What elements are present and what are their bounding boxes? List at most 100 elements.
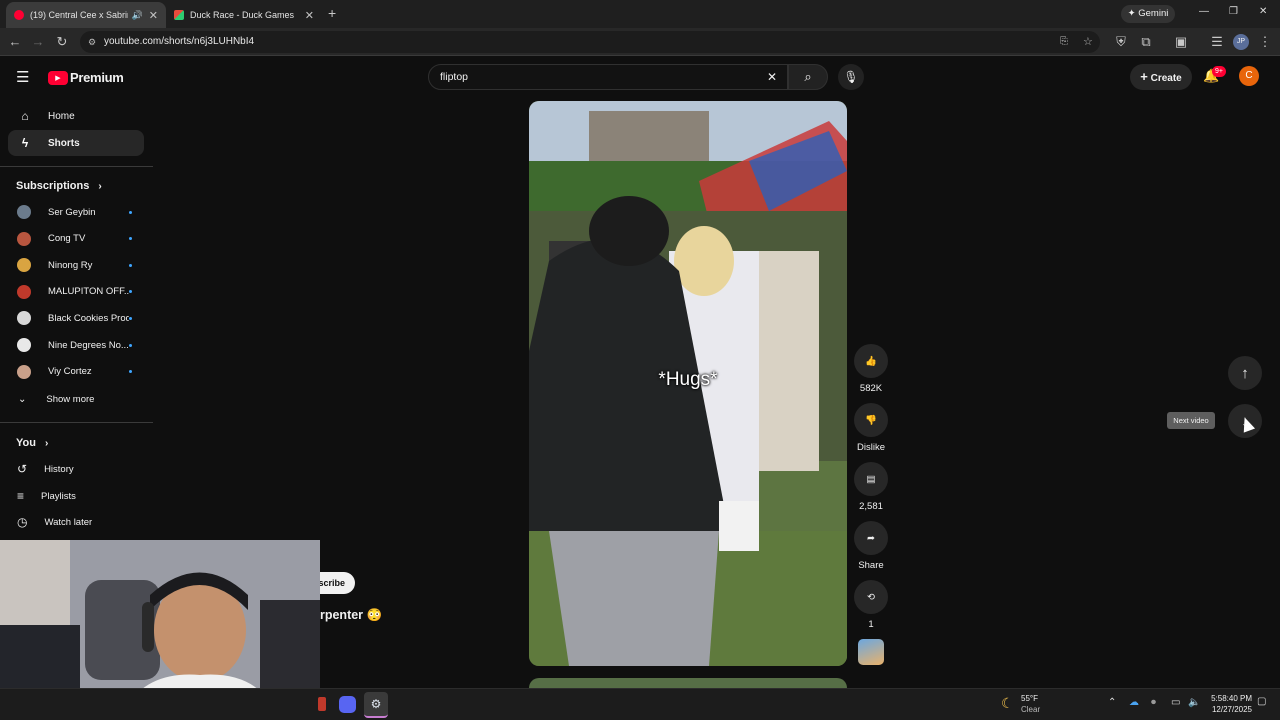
back-icon[interactable]: ← [6,33,24,51]
subscribe-label: scribe [318,578,345,588]
sidepanel-icon[interactable]: ▣ [1172,33,1190,51]
address-toolbar: ← → ↻ ⚙ youtube.com/shorts/n6j3LUHNbI4 ⎘… [0,28,1280,56]
search-input[interactable]: fliptop ✕ [428,64,788,90]
dislike-action[interactable]: 👎 Dislike [853,403,889,453]
sidebar-subscription-item[interactable]: Cong TV [8,227,144,251]
search-icon: ⌕ [804,69,812,84]
sidebar-item-watch-later[interactable]: ◷ Watch later [8,510,144,534]
create-button[interactable]: + Create [1130,64,1192,90]
record-indicator-icon[interactable] [318,697,326,711]
close-icon[interactable]: ✕ [149,9,158,22]
channel-avatar [17,231,31,246]
account-avatar[interactable]: C [1239,66,1259,86]
comment-icon[interactable]: ▤ [854,462,888,496]
sidebar-subscription-item[interactable]: Ninong Ry [8,253,144,277]
close-window-icon[interactable]: ✕ [1259,6,1267,17]
comments-action[interactable]: ▤ 2,581 [853,462,889,512]
install-icon[interactable]: ⎘ [1060,31,1068,53]
new-content-dot [129,210,132,214]
sidebar-subscription-item[interactable]: Viy Cortez [8,360,144,384]
sidebar-item-playlists[interactable]: ≡ Playlists [8,484,144,508]
shorts-video-player[interactable]: *Hugs* [529,101,847,666]
mic-tray-icon[interactable]: ⏺ [1151,697,1156,708]
subscriptions-label: Subscriptions [16,180,90,192]
volume-icon[interactable]: 🔈 [1188,697,1200,708]
sidebar-subscription-item[interactable]: MALUPITON OFF... [8,280,144,304]
bookmark-star-icon[interactable]: ☆ [1083,31,1093,53]
sidebar-subscription-item[interactable]: Ser Geybin [8,200,144,224]
channel-avatar [17,364,31,379]
steam-icon[interactable]: ⚙ [364,692,388,718]
clock-date[interactable]: 12/27/2025 [1206,705,1252,714]
profile-avatar[interactable]: JP [1233,34,1249,50]
like-action[interactable]: 👍 582K [853,344,889,394]
sidebar-item-label: History [44,463,74,475]
minimize-icon[interactable]: — [1199,6,1209,17]
reload-icon[interactable]: ↻ [53,33,71,51]
home-icon: ⌂ [21,109,29,123]
clock-time[interactable]: 5:58:40 PM [1208,694,1252,703]
sidebar-item-shorts[interactable]: ϟ Shorts [8,130,144,156]
moon-weather-icon: ☾ [1001,695,1014,711]
extensions-icon[interactable]: ⧉ [1137,33,1155,51]
tab-youtube-short[interactable]: (19) Central Cee x Sabrina C 🔊 ✕ [6,2,166,28]
chevron-right-icon: › [45,438,49,449]
voice-search-button[interactable]: 🎙 [838,64,864,90]
url-field[interactable]: ⚙ youtube.com/shorts/n6j3LUHNbI4 ⎘ ☆ [80,31,1100,53]
share-icon[interactable]: ➦ [854,521,888,555]
audio-thumbnail[interactable] [858,639,884,665]
search-button[interactable]: ⌕ [788,64,828,90]
you-heading[interactable]: You › [16,437,48,449]
previous-short-button[interactable]: ↑ [1228,356,1262,390]
channel-name: Black Cookies Prod... [48,312,129,324]
youtube-favicon-icon [14,10,24,20]
youtube-logo[interactable]: ▶ Premium [48,70,124,85]
tab-title: Duck Race - Duck Games [190,10,295,20]
new-content-dot [129,370,132,374]
restore-icon[interactable]: ❐ [1229,6,1238,17]
channel-avatar [17,338,31,352]
channel-name: Cong TV [48,233,86,245]
forward-icon[interactable]: → [29,33,47,51]
duck-favicon-icon [174,10,184,20]
tray-chevron-up-icon[interactable]: ⌃ [1108,697,1116,708]
tab-duck-race[interactable]: Duck Race - Duck Games ✕ [166,2,322,28]
gemini-button[interactable]: ✦ Gemini [1121,5,1175,23]
remix-action[interactable]: ⟲ 1 [853,580,889,630]
share-action[interactable]: ➦ Share [853,521,889,571]
speaker-icon[interactable]: 🔊 [132,10,143,21]
sidebar-item-label: Watch later [44,516,93,528]
sidebar-subscription-item[interactable]: Nine Degrees No... [8,333,144,357]
you-label: You [16,437,36,449]
remix-icon[interactable]: ⟲ [854,580,888,614]
onedrive-icon[interactable]: ☁ [1129,697,1139,708]
chevron-right-icon: › [98,181,102,192]
sidebar-item-home[interactable]: ⌂ Home [8,103,144,129]
youtube-masthead: ☰ ▶ Premium fliptop ✕ ⌕ 🎙 + Create 🔔 9+ … [0,56,1280,100]
channel-avatar [17,205,31,219]
new-content-dot [129,237,132,241]
thumbs-up-icon[interactable]: 👍 [854,344,888,378]
sidebar-item-history[interactable]: ↺ History [8,457,144,481]
thumbs-down-icon[interactable]: 👎 [854,403,888,437]
channel-avatar [17,284,31,299]
channel-avatar [17,311,31,326]
discord-icon[interactable] [339,696,356,713]
media-controls-icon[interactable]: ☰ [1208,33,1226,51]
new-tab-button[interactable]: + [328,5,336,21]
network-icon[interactable]: ▭ [1171,697,1180,708]
hamburger-menu-icon[interactable]: ☰ [16,68,29,86]
close-icon[interactable]: ✕ [305,9,314,22]
weather-temp: 55°F [1021,694,1038,703]
chevron-down-icon: ⌄ [18,393,27,405]
shield-extension-icon[interactable]: ⛨ [1112,33,1130,51]
site-info-icon[interactable]: ⚙ [88,31,96,53]
search-value: fliptop [440,71,469,83]
notification-center-icon[interactable]: ▢ [1257,696,1266,707]
sidebar-item-label: Shorts [48,137,80,149]
menu-kebab-icon[interactable]: ⋮ [1256,33,1274,51]
sidebar-subscription-item[interactable]: Black Cookies Prod... [8,306,144,330]
clear-search-icon[interactable]: ✕ [767,65,777,89]
subscriptions-heading[interactable]: Subscriptions › [16,180,102,192]
show-more-button[interactable]: ⌄ Show more [8,387,144,411]
